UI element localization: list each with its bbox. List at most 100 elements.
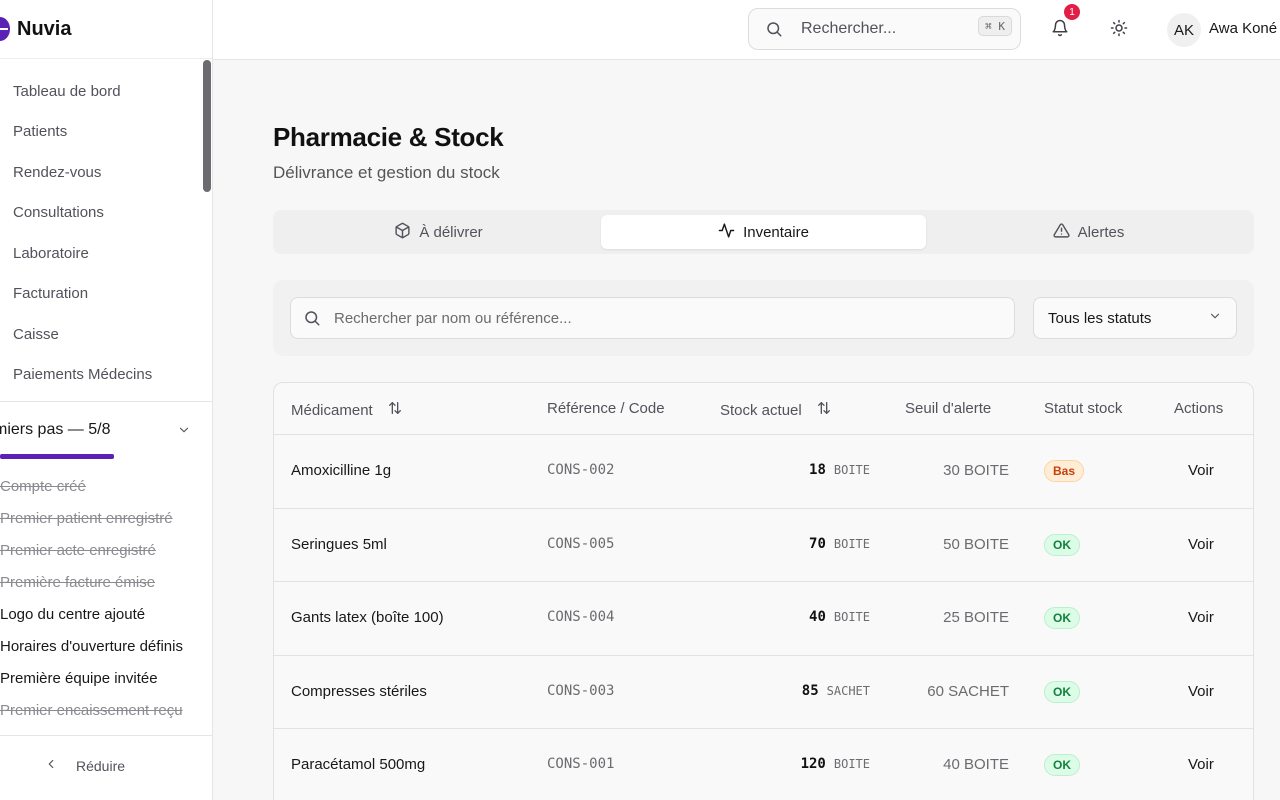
- stock-value: 120: [800, 756, 826, 772]
- avatar[interactable]: AK: [1167, 13, 1201, 47]
- sidebar-item-doctor-payments[interactable]: Paiements Médecins: [0, 355, 212, 396]
- stock-current: 18 BOITE: [809, 462, 870, 478]
- notifications-button[interactable]: 1: [1044, 4, 1080, 46]
- alert-triangle-icon: [1053, 222, 1070, 243]
- column-status: Statut stock: [1044, 400, 1122, 417]
- brand-logo-icon: [0, 17, 10, 41]
- inventory-table: Médicament Référence / Code Stock actuel…: [273, 382, 1254, 800]
- brand[interactable]: Nuvia: [0, 0, 212, 59]
- page-title: Pharmacie & Stock: [273, 122, 504, 152]
- status-badge: Bas: [1044, 460, 1085, 482]
- view-button[interactable]: Voir: [1188, 536, 1214, 553]
- user-name[interactable]: Awa Koné: [1209, 20, 1277, 37]
- stock-status: OK: [1044, 607, 1080, 629]
- sidebar-scrollbar[interactable]: [203, 60, 211, 192]
- stock-status: Bas: [1044, 460, 1085, 482]
- table-row: Paracétamol 500mg CONS-001 120 BOITE 40 B…: [274, 729, 1253, 800]
- view-button[interactable]: Voir: [1188, 609, 1214, 626]
- tab-label: À délivrer: [419, 223, 483, 241]
- theme-toggle-button[interactable]: [1103, 14, 1135, 46]
- brand-name: Nuvia: [17, 18, 72, 40]
- stock-current: 85 SACHET: [802, 683, 870, 699]
- chevron-down-icon: [174, 420, 194, 440]
- sidebar-item-dashboard[interactable]: Tableau de bord: [0, 71, 212, 112]
- medication-ref: CONS-004: [547, 609, 615, 625]
- column-reference: Référence / Code: [547, 400, 665, 417]
- stock-value: 40: [809, 609, 826, 625]
- column-label: Seuil d'alerte: [905, 400, 992, 417]
- sidebar-item-billing[interactable]: Facturation: [0, 274, 212, 315]
- view-button[interactable]: Voir: [1188, 683, 1214, 700]
- column-stock[interactable]: Stock actuel: [720, 400, 832, 420]
- onboarding-step[interactable]: Première facture émise: [0, 566, 183, 598]
- medication-name: Gants latex (boîte 100): [291, 609, 444, 626]
- onboarding-title: miers pas — 5/8: [0, 421, 111, 438]
- sidebar-item-cashier[interactable]: Caisse: [0, 314, 212, 355]
- column-label: Actions: [1174, 400, 1224, 417]
- column-label: Référence / Code: [547, 400, 665, 417]
- view-button[interactable]: Voir: [1188, 756, 1214, 773]
- tabs: À délivrer Inventaire Alertes: [273, 210, 1254, 254]
- medication-ref: CONS-002: [547, 462, 615, 478]
- onboarding-steps: Compte créé Premier patient enregistré P…: [0, 470, 183, 726]
- table-row: Gants latex (boîte 100) CONS-004 40 BOITE…: [274, 582, 1253, 656]
- medication-name: Seringues 5ml: [291, 535, 387, 553]
- tab-to-deliver[interactable]: À délivrer: [276, 215, 601, 249]
- tab-alerts[interactable]: Alertes: [926, 215, 1251, 249]
- inventory-search-input[interactable]: Rechercher par nom ou référence...: [290, 297, 1015, 339]
- onboarding-step[interactable]: Logo du centre ajouté: [0, 598, 183, 630]
- sidebar-item-laboratory[interactable]: Laboratoire: [0, 233, 212, 274]
- activity-icon: [718, 222, 735, 243]
- search-icon: [303, 309, 321, 332]
- status-filter-value: Tous les statuts: [1048, 309, 1152, 327]
- sun-icon: [1110, 19, 1128, 42]
- sidebar-item-appointments[interactable]: Rendez-vous: [0, 152, 212, 193]
- column-actions: Actions: [1174, 400, 1223, 417]
- global-search-placeholder: Rechercher...: [801, 20, 897, 37]
- stock-value: 18: [809, 462, 826, 478]
- table-header: Médicament Référence / Code Stock actuel…: [274, 383, 1253, 435]
- notification-badge: 1: [1064, 4, 1080, 20]
- alert-threshold: 50 BOITE: [943, 535, 1009, 553]
- page-subtitle: Délivrance et gestion du stock: [273, 163, 500, 182]
- column-medication[interactable]: Médicament: [291, 400, 403, 420]
- stock-unit: SACHET: [826, 683, 870, 698]
- alert-threshold: 25 BOITE: [943, 609, 1009, 626]
- stock-unit: BOITE: [833, 610, 870, 624]
- stock-value: 85: [801, 682, 819, 699]
- view-button[interactable]: Voir: [1188, 462, 1214, 479]
- bell-icon: [1051, 19, 1069, 42]
- global-search[interactable]: Rechercher... ⌘ K: [748, 8, 1021, 50]
- sort-icon[interactable]: [816, 400, 832, 420]
- collapse-sidebar-button[interactable]: Réduire: [44, 757, 125, 774]
- onboarding-progress-bar: [0, 454, 114, 459]
- onboarding-step[interactable]: Compte créé: [0, 470, 183, 502]
- onboarding-toggle[interactable]: miers pas — 5/8: [0, 419, 200, 441]
- column-label: Statut stock: [1044, 400, 1123, 417]
- table-row: Compresses stériles CONS-003 85 SACHET 60…: [274, 656, 1253, 729]
- stock-status: OK: [1044, 754, 1080, 776]
- onboarding-step[interactable]: Premier acte enregistré: [0, 534, 183, 566]
- onboarding-step[interactable]: Premier encaissement reçu: [0, 694, 183, 726]
- sidebar-item-patients[interactable]: Patients: [0, 112, 212, 153]
- stock-status: OK: [1044, 680, 1080, 703]
- medication-ref: CONS-005: [547, 535, 615, 552]
- status-badge: OK: [1044, 754, 1080, 776]
- medication-ref: CONS-003: [547, 682, 615, 699]
- onboarding-step[interactable]: Première équipe invitée: [0, 662, 183, 694]
- onboarding-step[interactable]: Premier patient enregistré: [0, 502, 183, 534]
- stock-current: 40 BOITE: [809, 609, 870, 625]
- sort-icon[interactable]: [387, 400, 403, 420]
- stock-unit: BOITE: [833, 536, 870, 551]
- tab-inventory[interactable]: Inventaire: [601, 215, 926, 249]
- status-filter-select[interactable]: Tous les statuts: [1033, 297, 1237, 339]
- sidebar-item-consultations[interactable]: Consultations: [0, 193, 212, 234]
- stock-unit: BOITE: [833, 757, 870, 771]
- onboarding-step[interactable]: Horaires d'ouverture définis: [0, 630, 183, 662]
- column-label: Médicament: [291, 401, 373, 419]
- chevron-left-icon: [44, 757, 58, 774]
- collapse-label: Réduire: [76, 757, 126, 774]
- column-threshold: Seuil d'alerte: [905, 400, 991, 417]
- tab-label: Alertes: [1077, 223, 1125, 241]
- filter-panel: Rechercher par nom ou référence... Tous …: [273, 280, 1254, 356]
